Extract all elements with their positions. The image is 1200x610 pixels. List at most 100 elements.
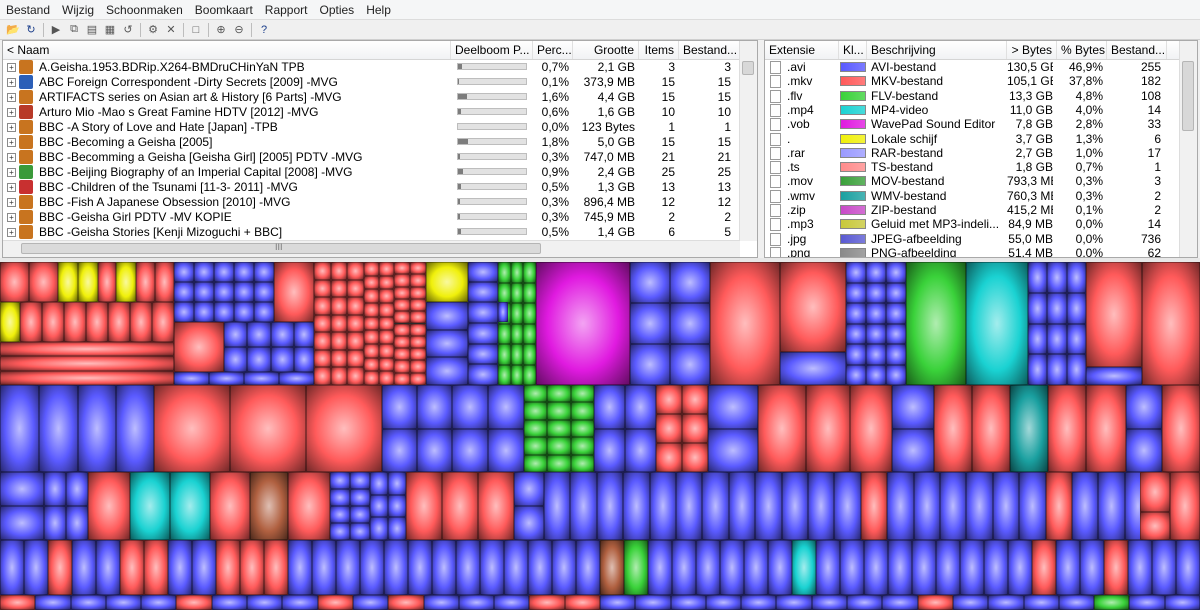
treemap-tile[interactable] xyxy=(648,540,672,595)
zoom-in-icon[interactable]: ⊕ xyxy=(214,23,228,37)
play-icon[interactable]: ▶ xyxy=(49,23,63,37)
open-icon[interactable]: 📂 xyxy=(6,23,20,37)
treemap-tile[interactable] xyxy=(594,385,625,429)
rescan-icon[interactable]: ↺ xyxy=(121,23,135,37)
treemap-tile[interactable] xyxy=(410,286,426,299)
treemap-tile[interactable] xyxy=(98,262,116,302)
treemap-tile[interactable] xyxy=(1058,595,1095,610)
treemap-tile[interactable] xyxy=(250,472,288,540)
treemap-tile[interactable] xyxy=(708,385,758,429)
treemap-tile[interactable] xyxy=(39,385,78,472)
treemap-tile[interactable] xyxy=(211,595,248,610)
directory-vscroll-thumb[interactable] xyxy=(742,61,754,75)
treemap-tile[interactable] xyxy=(410,335,426,349)
treemap-tile[interactable] xyxy=(394,298,410,312)
treemap-tile[interactable] xyxy=(0,342,174,357)
treemap-tile[interactable] xyxy=(912,540,936,595)
treemap-tile[interactable] xyxy=(254,302,274,322)
treemap-tile[interactable] xyxy=(705,595,742,610)
treemap-tile[interactable] xyxy=(352,595,389,610)
treemap-tile[interactable] xyxy=(426,357,468,385)
treemap-tile[interactable] xyxy=(379,303,394,317)
treemap-tile[interactable] xyxy=(498,323,511,344)
treemap-tile[interactable] xyxy=(1008,540,1032,595)
column-extension[interactable]: Extensie xyxy=(765,41,839,59)
treemap-tile[interactable] xyxy=(1152,540,1176,595)
treemap-tile[interactable] xyxy=(432,540,456,595)
treemap-tile[interactable] xyxy=(66,506,88,540)
treemap-tile[interactable] xyxy=(410,274,426,287)
treemap-tile[interactable] xyxy=(66,472,88,506)
treemap-tile[interactable] xyxy=(1128,540,1152,595)
expand-icon[interactable]: + xyxy=(7,198,16,207)
treemap-tile[interactable] xyxy=(1129,595,1165,610)
treemap-tile[interactable] xyxy=(152,302,174,342)
treemap-tile[interactable] xyxy=(317,595,353,610)
treemap-tile[interactable] xyxy=(394,262,410,275)
treemap-tile[interactable] xyxy=(426,262,468,302)
treemap-tile[interactable] xyxy=(494,595,530,610)
treemap-tile[interactable] xyxy=(364,275,379,290)
treemap-tile[interactable] xyxy=(44,472,66,506)
treemap-tile[interactable] xyxy=(174,262,194,282)
treemap-tile[interactable] xyxy=(866,344,886,365)
menu-help[interactable]: Help xyxy=(360,3,397,17)
treemap-tile[interactable] xyxy=(1066,292,1086,324)
treemap-tile[interactable] xyxy=(388,595,424,610)
treemap-tile[interactable] xyxy=(394,323,410,336)
expand-icon[interactable]: + xyxy=(7,93,16,102)
treemap-tile[interactable] xyxy=(834,472,861,540)
treemap-tile[interactable] xyxy=(174,302,194,322)
treemap-tile[interactable] xyxy=(379,357,394,372)
column-name[interactable]: < Naam xyxy=(3,41,451,59)
treemap-tile[interactable] xyxy=(0,370,174,385)
treemap-tile[interactable] xyxy=(887,472,914,540)
treemap-tile[interactable] xyxy=(350,506,370,523)
treemap-tile[interactable] xyxy=(656,414,682,443)
table-row[interactable]: .rar RAR-bestand 2,7 GB 1,0% 17 xyxy=(765,146,1197,161)
treemap-tile[interactable] xyxy=(860,472,888,540)
treemap-tile[interactable] xyxy=(682,414,708,443)
treemap-tile[interactable] xyxy=(141,595,177,610)
treemap-tile[interactable] xyxy=(523,303,536,324)
treemap-tile[interactable] xyxy=(1170,472,1200,540)
refresh-icon[interactable]: ↻ xyxy=(24,23,38,37)
treemap-tile[interactable] xyxy=(442,472,478,540)
treemap-tile[interactable] xyxy=(224,347,248,372)
treemap-tile[interactable] xyxy=(168,540,192,595)
treemap-tile[interactable] xyxy=(314,367,331,385)
treemap-tile[interactable] xyxy=(364,303,379,317)
treemap-tile[interactable] xyxy=(846,323,866,344)
treemap-tile[interactable] xyxy=(529,595,565,610)
treemap-tile[interactable] xyxy=(350,523,370,540)
treemap-tile[interactable] xyxy=(702,472,729,540)
treemap-tile[interactable] xyxy=(528,540,552,595)
treemap-tile[interactable] xyxy=(468,282,498,302)
treemap-tile[interactable] xyxy=(247,595,283,610)
treemap-tile[interactable] xyxy=(670,595,706,610)
treemap-tile[interactable] xyxy=(1086,367,1142,385)
treemap-tile[interactable] xyxy=(846,303,866,324)
treemap-tile[interactable] xyxy=(850,385,892,472)
treemap-tile[interactable] xyxy=(846,282,866,303)
menu-bestand[interactable]: Bestand xyxy=(0,3,56,17)
treemap-tile[interactable] xyxy=(594,428,625,472)
treemap-tile[interactable] xyxy=(1028,323,1048,355)
treemap-tile[interactable] xyxy=(624,540,648,595)
treemap-tile[interactable] xyxy=(382,428,417,472)
treemap-tile[interactable] xyxy=(426,302,468,330)
treemap-tile[interactable] xyxy=(547,437,571,455)
expand-icon[interactable]: + xyxy=(7,138,16,147)
treemap-tile[interactable] xyxy=(364,316,379,331)
column-color[interactable]: Kl... xyxy=(839,41,867,59)
treemap-tile[interactable] xyxy=(388,494,406,518)
treemap-tile[interactable] xyxy=(72,540,96,595)
treemap-tile[interactable] xyxy=(216,540,240,595)
treemap-tile[interactable] xyxy=(234,302,254,322)
table-row[interactable]: + BBC -A Story of Love and Hate [Japan] -… xyxy=(3,120,757,135)
treemap-tile[interactable] xyxy=(886,282,906,303)
treemap-tile[interactable] xyxy=(682,443,708,472)
expand-icon[interactable]: + xyxy=(7,63,16,72)
treemap-tile[interactable] xyxy=(960,540,984,595)
treemap-tile[interactable] xyxy=(155,262,174,302)
